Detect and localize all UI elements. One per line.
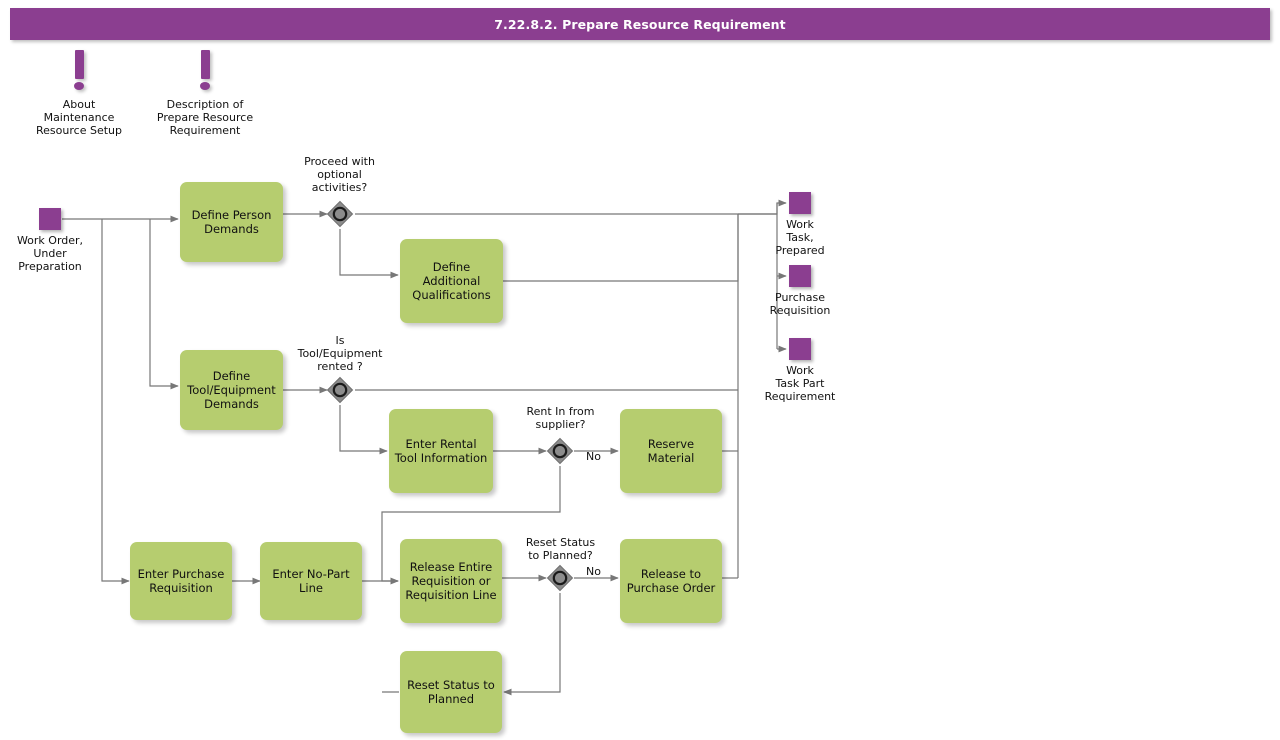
task-define-tool-equipment-demands[interactable]: Define Tool/Equipment Demands — [180, 350, 283, 430]
edge-gw-to-additional-qual — [339, 229, 399, 279]
annotation-label: Description of Prepare Resource Requiremen… — [156, 98, 254, 137]
task-reserve-material[interactable]: Reserve Material — [620, 409, 722, 493]
event-label: Work Task, Prepared — [775, 218, 825, 257]
process-diagram-canvas: About Maintenance Resource Setup Descripti… — [0, 0, 1280, 740]
task-enter-no-part-line[interactable]: Enter No-Part Line — [260, 542, 362, 620]
task-label: Reserve Material — [647, 437, 695, 465]
task-label: Reset Status to Planned — [407, 678, 495, 706]
gateway-reset-status-to-planned[interactable] — [545, 563, 575, 593]
gateway-label-reset-status: Reset Status to Planned? — [525, 536, 596, 562]
task-label: Define Tool/Equipment Demands — [187, 369, 276, 411]
edge-tool-gw-to-rental-info — [339, 405, 388, 455]
exclamation-dot-icon — [74, 82, 84, 90]
start-event-work-order-under-preparation[interactable]: Work Order, Under Preparation — [4, 208, 96, 273]
gateway-label-proceed-optional: Proceed with optional activities? — [304, 155, 375, 194]
task-label: Define Additional Qualifications — [412, 260, 491, 302]
exclamation-info-icon — [74, 50, 84, 79]
inclusive-gateway-icon — [546, 437, 574, 465]
gateway-label-rent-in-supplier: Rent In from supplier? — [526, 405, 595, 431]
exclamation-info-icon — [200, 50, 210, 79]
exclamation-dot-icon — [200, 82, 210, 90]
task-enter-rental-tool-information[interactable]: Enter Rental Tool Information — [389, 409, 493, 493]
task-label: Enter Rental Tool Information — [394, 437, 488, 465]
edge-label-rent-in-no: No — [586, 450, 601, 463]
edge-start-to-define-tool — [149, 219, 179, 390]
inclusive-gateway-icon — [326, 376, 354, 404]
end-event-work-task-prepared[interactable]: Work Task, Prepared — [754, 192, 846, 257]
task-define-person-demands[interactable]: Define Person Demands — [180, 182, 283, 262]
task-release-to-purchase-order[interactable]: Release to Purchase Order — [620, 539, 722, 623]
annotation-description-of-prepare-resource-requirement[interactable]: Description of Prepare Resource Requiremen… — [150, 50, 260, 137]
task-label: Release to Purchase Order — [626, 567, 716, 595]
end-event-purchase-requisition[interactable]: Purchase Requisition — [754, 265, 846, 317]
event-label: Work Task Part Requirement — [764, 364, 836, 403]
task-define-additional-qualifications[interactable]: Define Additional Qualifications — [400, 239, 503, 323]
gateway-proceed-with-optional-activities[interactable] — [325, 199, 355, 229]
inclusive-gateway-icon — [546, 564, 574, 592]
gateway-is-tool-equipment-rented[interactable] — [325, 375, 355, 405]
task-label: Enter No-Part Line — [272, 567, 350, 595]
edge-gw-to-work-task-prepared — [355, 199, 787, 215]
gateway-label-tool-rented: Is Tool/Equipment rented ? — [297, 334, 383, 373]
edge-label-reset-status-no: No — [586, 565, 601, 578]
task-reset-status-to-planned[interactable]: Reset Status to Planned — [400, 651, 502, 733]
task-label: Release Entire Requisition or Requisition … — [405, 560, 497, 602]
inclusive-gateway-icon — [326, 200, 354, 228]
edge-reset-gw-down-to-reset-task — [503, 593, 561, 696]
task-label: Enter Purchase Requisition — [137, 567, 225, 595]
edge-additional-qual-to-rail — [502, 214, 739, 282]
event-marker-icon — [39, 208, 61, 230]
edge-start-to-enter-pr — [101, 219, 130, 585]
end-event-work-task-part-requirement[interactable]: Work Task Part Requirement — [754, 338, 846, 403]
task-enter-purchase-requisition[interactable]: Enter Purchase Requisition — [130, 542, 232, 620]
event-marker-icon — [789, 192, 811, 214]
event-label: Purchase Requisition — [769, 291, 831, 317]
event-marker-icon — [789, 265, 811, 287]
gateway-rent-in-from-supplier[interactable] — [545, 436, 575, 466]
annotation-label: About Maintenance Resource Setup — [36, 98, 122, 137]
task-release-entire-requisition[interactable]: Release Entire Requisition or Requisition … — [400, 539, 502, 623]
event-marker-icon — [789, 338, 811, 360]
task-label: Define Person Demands — [191, 208, 272, 236]
annotation-about-maintenance-resource-setup[interactable]: About Maintenance Resource Setup — [24, 50, 134, 137]
event-label: Work Order, Under Preparation — [16, 234, 84, 273]
